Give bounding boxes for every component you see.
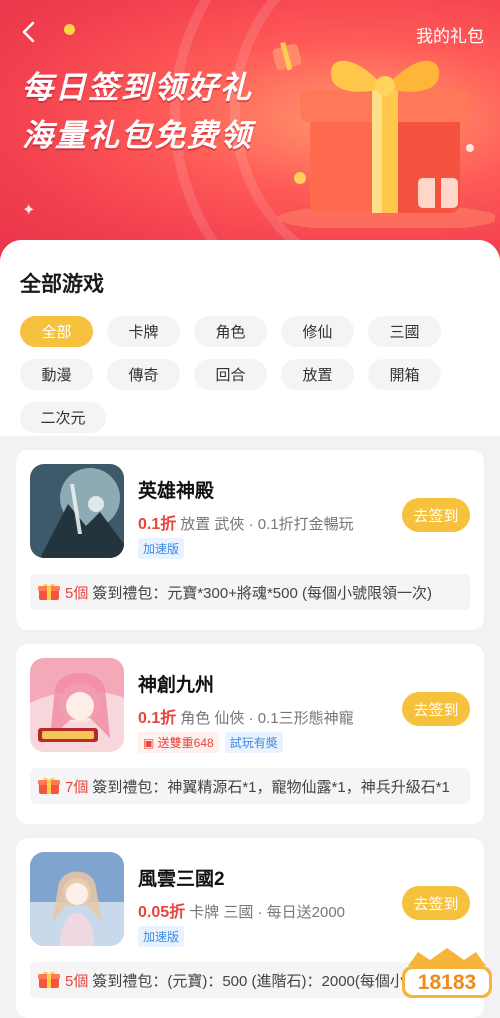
gift-pack-row[interactable]: 5個 簽到禮包：元寶*300+將魂*500 (每個小號限領一次): [30, 574, 470, 610]
banner-title-line2: 海量礼包免费领: [22, 118, 253, 153]
game-badges: 加速版: [138, 926, 185, 947]
section-title: 全部游戏: [20, 273, 104, 296]
game-list: 英雄神殿 0.1折 放置 武俠 · 0.1折打金暢玩 加速版 去签到 5個 簽到禮…: [0, 436, 500, 1018]
game-card[interactable]: 神創九州 0.1折 角色 仙俠 · 0.1三形態神寵 ▣ 送雙重648 試玩有奬 …: [16, 644, 484, 824]
chip-all[interactable]: 全部: [20, 316, 93, 347]
badge-gift: ▣ 送雙重648: [138, 732, 219, 753]
game-filter-panel: 全部游戏 全部 卡牌 角色 修仙 三國 動漫 傳奇 回合 放置 開箱 二次元: [0, 240, 500, 436]
content-sheet: 全部游戏 全部 卡牌 角色 修仙 三國 動漫 傳奇 回合 放置 開箱 二次元 英…: [0, 240, 500, 1018]
decor-dot: [64, 24, 75, 35]
game-meta: 0.05折 卡牌 三國 · 每日送2000: [138, 898, 345, 922]
badge-trial: 試玩有奬: [224, 732, 283, 753]
banner-title-line1: 每日签到领好礼: [22, 70, 253, 105]
badge-gift-label: 送雙重648: [157, 736, 214, 750]
gift-description: 簽到禮包：元寶*300+將魂*500 (每個小號限領一次): [92, 584, 432, 602]
game-icon: [30, 852, 124, 946]
category-chips: 全部 卡牌 角色 修仙 三國 動漫 傳奇 回合 放置 開箱 二次元: [20, 316, 480, 433]
gift-box-illustration: [272, 41, 495, 228]
sparkle-icon: ✦: [22, 202, 36, 219]
gift-description: 簽到禮包：神翼精源石*1，寵物仙露*1，神兵升級石*1: [92, 778, 450, 796]
game-discount: 0.1折: [138, 516, 177, 533]
game-meta: 0.1折 放置 武俠 · 0.1折打金暢玩: [138, 510, 354, 534]
game-discount: 0.1折: [138, 710, 177, 727]
chip-card[interactable]: 卡牌: [107, 316, 180, 347]
watermark-text: 18183: [418, 971, 476, 994]
badge-accelerated: 加速版: [138, 538, 185, 559]
game-name: 英雄神殿: [138, 481, 215, 502]
game-badges: 加速版: [138, 538, 185, 559]
gift-count: 7個: [65, 778, 89, 796]
game-meta: 0.1折 角色 仙俠 · 0.1三形態神寵: [138, 704, 354, 728]
game-name: 風雲三國2: [138, 869, 225, 890]
sign-in-button[interactable]: 去签到: [402, 498, 470, 532]
game-tags-text: 角色 仙俠 · 0.1三形態神寵: [180, 710, 354, 727]
chip-2d[interactable]: 二次元: [20, 402, 106, 433]
chip-legend[interactable]: 傳奇: [107, 359, 180, 390]
gift-icon: [38, 583, 60, 600]
game-discount: 0.05折: [138, 904, 186, 921]
watermark-logo: 18183: [402, 948, 492, 998]
chip-turn-based[interactable]: 回合: [194, 359, 267, 390]
gift-icon: [38, 971, 60, 988]
game-icon: [30, 658, 124, 752]
badge-accelerated: 加速版: [138, 926, 185, 947]
chip-role[interactable]: 角色: [194, 316, 267, 347]
back-button[interactable]: [16, 18, 44, 46]
chevron-left-icon: [22, 21, 35, 43]
chip-xiuxian[interactable]: 修仙: [281, 316, 354, 347]
header-banner: 我的礼包 每日签到领好礼 海量礼包免费领 ✦: [0, 0, 500, 262]
game-icon: [30, 464, 124, 558]
game-card[interactable]: 英雄神殿 0.1折 放置 武俠 · 0.1折打金暢玩 加速版 去签到 5個 簽到禮…: [16, 450, 484, 630]
gift-description: 簽到禮包：(元寶)：500 (進階石)：2000(每個小號: [92, 972, 420, 990]
game-tags-text: 卡牌 三國 · 每日送2000: [189, 904, 346, 921]
game-tags-text: 放置 武俠 · 0.1折打金暢玩: [180, 516, 354, 533]
gift-count: 5個: [65, 972, 89, 990]
chip-three-kingdoms[interactable]: 三國: [368, 316, 441, 347]
chip-idle[interactable]: 放置: [281, 359, 354, 390]
game-badges: ▣ 送雙重648 試玩有奬: [138, 732, 283, 753]
sign-in-button[interactable]: 去签到: [402, 692, 470, 726]
gift-icon: [38, 777, 60, 794]
gift-pack-row[interactable]: 7個 簽到禮包：神翼精源石*1，寵物仙露*1，神兵升級石*1: [30, 768, 470, 804]
gift-count: 5個: [65, 584, 89, 602]
sign-in-button[interactable]: 去签到: [402, 886, 470, 920]
gift-badge-icon: ▣: [143, 736, 158, 750]
game-name: 神創九州: [138, 675, 215, 696]
chip-unbox[interactable]: 開箱: [368, 359, 441, 390]
chip-anime[interactable]: 動漫: [20, 359, 93, 390]
